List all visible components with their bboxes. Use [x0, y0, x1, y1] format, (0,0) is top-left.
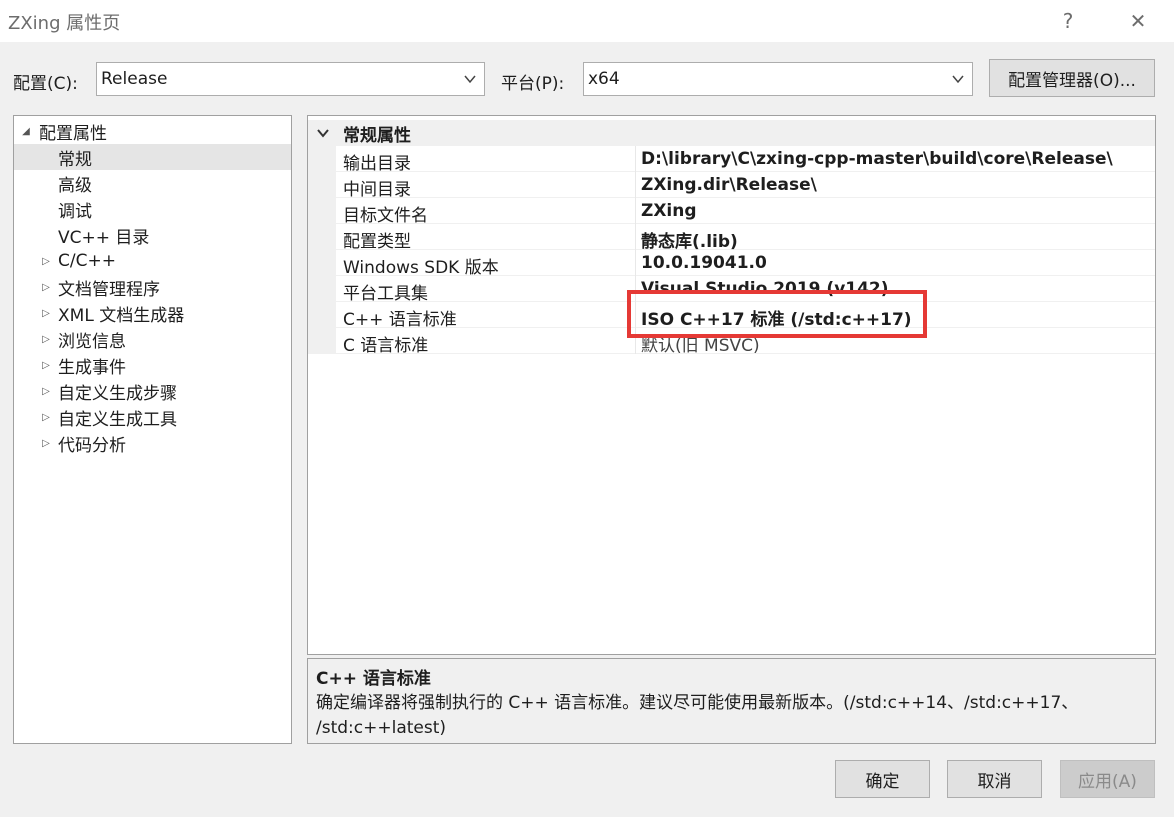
description-panel: C++ 语言标准 确定编译器将强制执行的 C++ 语言标准。建议尽可能使用最新版…	[307, 658, 1156, 744]
tree-item-label: 文档管理程序	[58, 279, 160, 300]
tree-item[interactable]: ▷ 代码分析	[14, 430, 291, 456]
property-row[interactable]: 配置类型 静态库(.lib)	[308, 224, 1155, 252]
property-row[interactable]: 输出目录 D:\library\C\zxing-cpp-master\build\…	[308, 146, 1155, 174]
help-button[interactable]: ?	[1050, 6, 1086, 36]
tree-root[interactable]: ◢ 配置属性	[14, 118, 291, 144]
property-row[interactable]: 中间目录 ZXing.dir\Release\	[308, 172, 1155, 200]
apply-button[interactable]: 应用(A)	[1060, 760, 1155, 798]
config-manager-button[interactable]: 配置管理器(O)...	[989, 59, 1155, 97]
property-row[interactable]: 平台工具集 Visual Studio 2019 (v142)	[308, 276, 1155, 304]
property-grid[interactable]: 常规属性 输出目录 D:\library\C\zxing-cpp-master\b…	[307, 115, 1156, 655]
property-value[interactable]: Visual Studio 2019 (v142)	[641, 279, 889, 299]
tree-item-label: 浏览信息	[58, 331, 126, 352]
row-gutter	[308, 328, 336, 354]
property-name: Windows SDK 版本	[343, 258, 499, 278]
collapsed-arrow-icon[interactable]: ▷	[40, 359, 52, 371]
tree-item[interactable]: ▷ 生成事件	[14, 352, 291, 378]
title-bar: ZXing 属性页 ? ✕	[0, 0, 1174, 42]
property-name: 目标文件名	[343, 206, 428, 226]
column-separator	[635, 146, 636, 354]
cancel-button[interactable]: 取消	[947, 760, 1042, 798]
property-name: C++ 语言标准	[343, 310, 457, 330]
property-tree[interactable]: ◢ 配置属性 常规高级调试 VC++ 目录 ▷ C/C++ ▷ 文档管理程序 ▷ XML 文档…	[13, 115, 292, 744]
chevron-down-icon	[952, 75, 964, 84]
property-name: 平台工具集	[343, 284, 428, 304]
ok-button[interactable]: 确定	[835, 760, 930, 798]
tree-item-label: 生成事件	[58, 357, 126, 378]
collapsed-arrow-icon[interactable]: ▷	[40, 281, 52, 293]
chevron-down-icon[interactable]	[316, 126, 330, 140]
tree-item[interactable]: ▷ 自定义生成工具	[14, 404, 291, 430]
tree-item-label: VC++ 目录	[58, 227, 150, 248]
row-gutter	[308, 224, 336, 250]
tree-item-label: 自定义生成步骤	[58, 383, 177, 404]
collapsed-arrow-icon[interactable]: ▷	[40, 411, 52, 423]
property-row[interactable]: 目标文件名 ZXing	[308, 198, 1155, 226]
tree-item-label: 自定义生成工具	[58, 409, 177, 430]
config-dropdown[interactable]: Release	[96, 62, 485, 96]
description-line: 确定编译器将强制执行的 C++ 语言标准。建议尽可能使用最新版本。(/std:c…	[316, 693, 1079, 713]
platform-dropdown[interactable]: x64	[583, 62, 973, 96]
category-row[interactable]: 常规属性	[308, 120, 1155, 146]
description-line: /std:c++latest)	[316, 718, 447, 738]
tree-item-label: 代码分析	[58, 435, 126, 456]
row-gutter	[308, 276, 336, 302]
property-value[interactable]: ISO C++17 标准 (/std:c++17)	[641, 305, 912, 330]
description-title: C++ 语言标准	[316, 669, 431, 689]
property-value[interactable]: D:\library\C\zxing-cpp-master\build\core…	[641, 149, 1113, 169]
tree-item[interactable]: ▷ 浏览信息	[14, 326, 291, 352]
collapsed-arrow-icon[interactable]: ▷	[40, 385, 52, 397]
chevron-down-icon	[464, 75, 476, 84]
property-value[interactable]: 默认(旧 MSVC)	[641, 331, 760, 356]
row-gutter	[308, 172, 336, 198]
property-name: 配置类型	[343, 232, 411, 252]
property-name: C 语言标准	[343, 336, 429, 356]
property-row[interactable]: C++ 语言标准 ISO C++17 标准 (/std:c++17)	[308, 302, 1155, 330]
row-gutter	[308, 302, 336, 328]
tree-root-label: 配置属性	[39, 123, 107, 144]
close-button[interactable]: ✕	[1120, 6, 1156, 36]
property-row[interactable]: Windows SDK 版本 10.0.19041.0	[308, 250, 1155, 278]
tree-item[interactable]: 常规	[14, 144, 291, 170]
platform-value: x64	[588, 69, 620, 89]
tree-item-label: 高级	[58, 175, 92, 196]
collapsed-arrow-icon[interactable]: ▷	[40, 255, 52, 267]
row-gutter	[308, 250, 336, 276]
collapsed-arrow-icon[interactable]: ▷	[40, 437, 52, 449]
config-value: Release	[101, 69, 168, 89]
tree-item[interactable]: ▷ 自定义生成步骤	[14, 378, 291, 404]
property-value[interactable]: 10.0.19041.0	[641, 253, 767, 273]
platform-label: 平台(P):	[501, 74, 565, 94]
tree-item[interactable]: 高级	[14, 170, 291, 196]
tree-item-label: 调试	[58, 201, 92, 222]
property-value[interactable]: ZXing.dir\Release\	[641, 175, 817, 195]
collapsed-arrow-icon[interactable]: ▷	[40, 307, 52, 319]
description-text: 确定编译器将强制执行的 C++ 语言标准。建议尽可能使用最新版本。(/std:c…	[316, 691, 1147, 741]
tree-item[interactable]: ▷ 文档管理程序	[14, 274, 291, 300]
tree-item-label: XML 文档生成器	[58, 305, 185, 326]
row-gutter	[308, 198, 336, 224]
tree-item-label: C/C++	[58, 251, 116, 271]
category-label: 常规属性	[343, 125, 411, 146]
property-name: 输出目录	[343, 154, 411, 174]
tree-item[interactable]: 调试	[14, 196, 291, 222]
property-row[interactable]: C 语言标准 默认(旧 MSVC)	[308, 328, 1155, 356]
collapsed-arrow-icon[interactable]: ▷	[40, 333, 52, 345]
config-label: 配置(C):	[13, 74, 78, 94]
tree-item[interactable]: ▷ C/C++	[14, 248, 291, 274]
row-gutter	[308, 146, 336, 172]
property-value[interactable]: 静态库(.lib)	[641, 227, 738, 252]
property-value[interactable]: ZXing	[641, 201, 697, 221]
tree-item[interactable]: ▷ XML 文档生成器	[14, 300, 291, 326]
expanded-arrow-icon[interactable]: ◢	[20, 125, 32, 137]
tree-item-label: 常规	[58, 149, 92, 170]
property-name: 中间目录	[343, 180, 411, 200]
window-title: ZXing 属性页	[8, 13, 121, 34]
tree-item[interactable]: VC++ 目录	[14, 222, 291, 248]
